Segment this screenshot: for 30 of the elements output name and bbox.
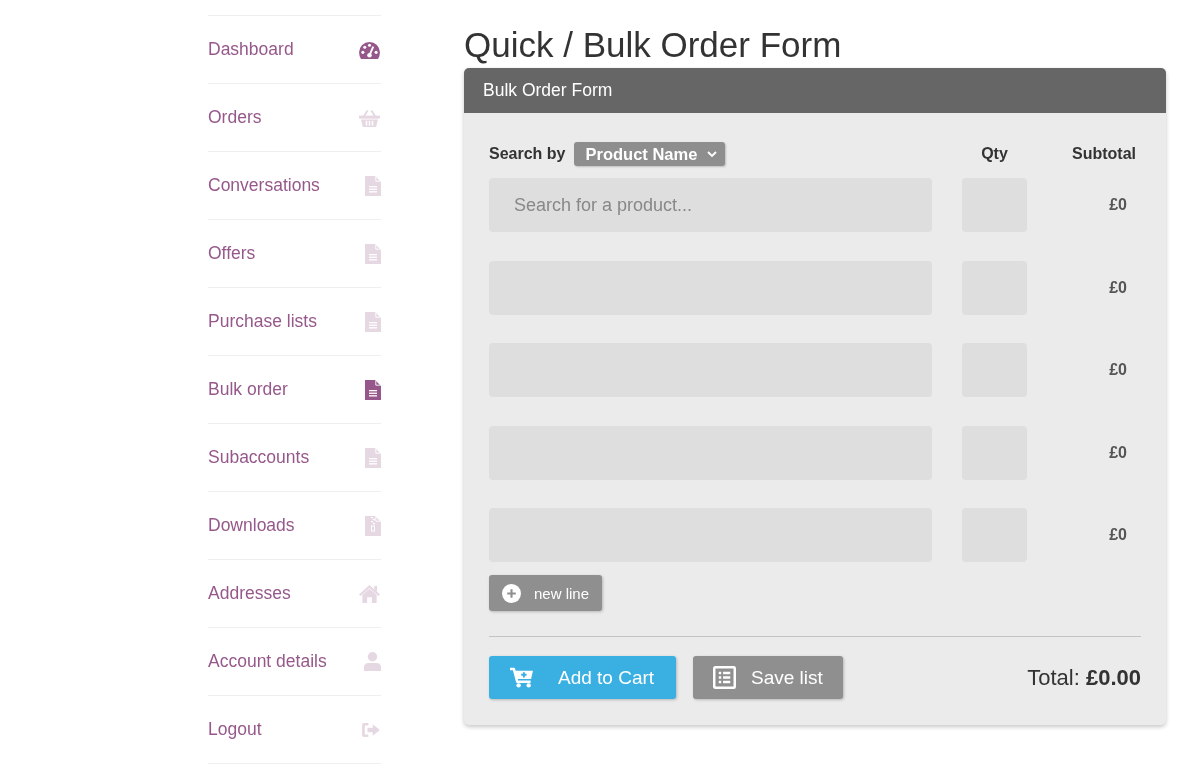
list-icon — [713, 666, 736, 689]
sidebar-item[interactable]: Addresses — [208, 560, 381, 627]
chevron-down-icon — [707, 151, 718, 157]
sidebar-item[interactable]: Offers — [208, 220, 381, 287]
panel-title: Bulk Order Form — [483, 80, 613, 101]
subtotal-value: £0 — [1109, 526, 1128, 544]
sidebar-item[interactable]: Dashboard — [208, 16, 381, 83]
page-title: Quick / Bulk Order Form — [464, 24, 843, 66]
subtotal-value: £0 — [1109, 361, 1128, 379]
sidebar-item[interactable]: Purchase lists — [208, 288, 381, 355]
save-list-button[interactable]: Save list — [693, 656, 843, 699]
subtotal-value: £0 — [1109, 443, 1128, 462]
new-line-button[interactable]: new line — [489, 575, 603, 611]
subtotal-value: £0 — [1109, 278, 1128, 297]
sidebar-item[interactable]: Account details — [208, 628, 381, 695]
sidebar-item[interactable]: Downloads — [208, 492, 381, 559]
product-search-field[interactable]: Search for a product... — [489, 178, 932, 232]
search-by-label: Search by — [489, 145, 566, 163]
column-header: Subtotal — [1072, 145, 1137, 163]
subtotal-value: £0 — [1109, 196, 1128, 214]
sidebar-item[interactable]: Orders — [208, 84, 381, 151]
sidebar-item[interactable]: Subaccounts — [208, 424, 381, 491]
cart-plus-icon — [509, 667, 534, 688]
sidebar-item[interactable]: Bulk order — [208, 356, 381, 423]
plus-circle-icon — [502, 583, 521, 603]
search-by-dropdown[interactable]: Product Name — [574, 142, 726, 166]
order-total: Total: £0.00 — [1027, 664, 1141, 691]
column-header: Qty — [980, 145, 1009, 163]
sidebar-item[interactable]: Logout — [208, 696, 381, 763]
sidebar-item[interactable]: Conversations — [208, 152, 381, 219]
